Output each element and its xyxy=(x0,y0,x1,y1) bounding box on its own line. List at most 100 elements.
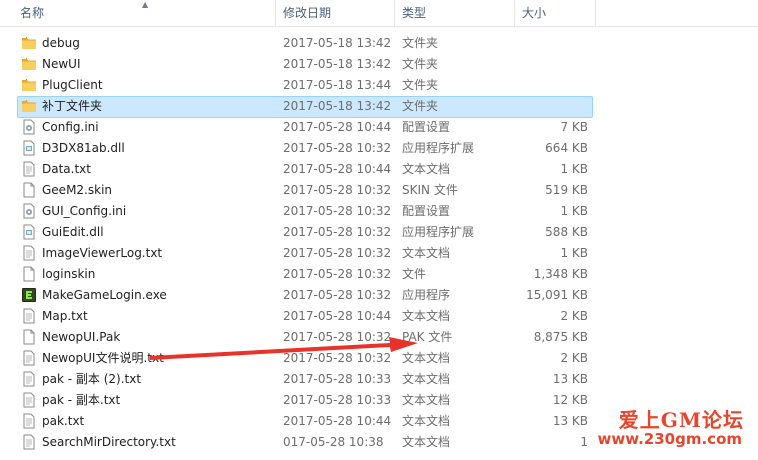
file-modified-date: 2017-05-28 10:33 xyxy=(283,372,392,386)
text-file-icon xyxy=(21,371,37,387)
text-file-icon xyxy=(21,413,37,429)
sort-ascending-icon: ▲ xyxy=(142,0,149,9)
file-row[interactable]: Map.txt 2017-05-28 10:44 文本文档 2 KB xyxy=(0,306,758,327)
file-type: 文本文档 xyxy=(402,414,451,428)
column-header-name[interactable]: 名称 xyxy=(20,0,44,26)
column-divider[interactable] xyxy=(394,0,395,26)
column-divider[interactable] xyxy=(275,0,276,26)
file-row[interactable]: D3DX81ab.dll 2017-05-28 10:32 应用程序扩展 664 KB xyxy=(0,138,758,159)
file-row[interactable]: Data.txt 2017-05-28 10:44 文本文档 1 KB xyxy=(0,159,758,180)
watermark-title: 爱上GM论坛 xyxy=(618,408,744,432)
column-header-size[interactable]: 大小 xyxy=(522,0,546,26)
text-file-icon xyxy=(21,308,37,324)
file-modified-date: 2017-05-28 10:32 xyxy=(283,141,392,155)
file-size: 2 KB xyxy=(560,351,588,365)
file-type: 文本文档 xyxy=(402,393,451,407)
file-size: 1 KB xyxy=(560,246,588,260)
file-modified-date: 2017-05-28 10:32 xyxy=(283,225,392,239)
column-header-bar: 名称 ▲ 修改日期 类型 大小 xyxy=(0,0,758,27)
file-type: 文件夹 xyxy=(402,78,439,92)
watermark: 爱上GM论坛 www.230gm.com xyxy=(597,404,752,450)
file-row[interactable]: GUI_Config.ini 2017-05-28 10:32 配置设置 1 KB xyxy=(0,201,758,222)
file-size: 12 KB xyxy=(552,393,588,407)
file-row[interactable]: PlugClient 2017-05-18 13:44 文件夹 xyxy=(0,75,758,96)
exe-app-icon xyxy=(21,287,37,303)
file-row[interactable]: loginskin 2017-05-28 10:32 文件 1,348 KB xyxy=(0,264,758,285)
file-name: GUI_Config.ini xyxy=(42,204,127,218)
file-size: 13 KB xyxy=(552,372,588,386)
file-type: 配置设置 xyxy=(402,120,451,134)
text-file-icon xyxy=(21,161,37,177)
folder-icon xyxy=(21,98,37,114)
file-name: debug xyxy=(42,36,80,50)
file-type: 配置设置 xyxy=(402,204,451,218)
blank-file-icon xyxy=(21,182,37,198)
folder-icon xyxy=(21,77,37,93)
file-type: 文本文档 xyxy=(402,309,451,323)
file-size: 1 KB xyxy=(560,162,588,176)
red-annotation-arrow xyxy=(150,337,418,360)
file-name: MakeGameLogin.exe xyxy=(42,288,167,302)
file-name: 补丁文件夹 xyxy=(42,99,103,113)
file-name: D3DX81ab.dll xyxy=(42,141,125,155)
dll-file-icon xyxy=(21,140,37,156)
file-modified-date: 2017-05-28 10:44 xyxy=(283,120,392,134)
file-type: 文本文档 xyxy=(402,162,451,176)
file-modified-date: 2017-05-28 10:44 xyxy=(283,162,392,176)
file-modified-date: 2017-05-28 10:44 xyxy=(283,414,392,428)
file-modified-date: 2017-05-28 10:44 xyxy=(283,309,392,323)
file-row[interactable]: GeeM2.skin 2017-05-28 10:32 SKIN 文件 519 KB xyxy=(0,180,758,201)
column-divider[interactable] xyxy=(595,0,596,26)
file-name: NewopUI文件说明.txt xyxy=(42,351,164,365)
column-header-type[interactable]: 类型 xyxy=(402,0,426,26)
file-modified-date: 017-05-28 10:38 xyxy=(283,435,384,449)
file-modified-date: 2017-05-28 10:32 xyxy=(283,288,392,302)
text-file-icon xyxy=(21,245,37,261)
file-modified-date: 2017-05-28 10:32 xyxy=(283,204,392,218)
file-row[interactable]: 补丁文件夹 2017-05-18 13:42 文件夹 xyxy=(0,96,758,118)
file-name: pak - 副本 (2).txt xyxy=(42,372,142,386)
file-modified-date: 2017-05-18 13:44 xyxy=(283,78,392,92)
file-type: SKIN 文件 xyxy=(402,183,458,197)
file-row[interactable]: Config.ini 2017-05-28 10:44 配置设置 7 KB xyxy=(0,117,758,138)
file-size: 7 KB xyxy=(560,120,588,134)
blank-file-icon xyxy=(21,329,37,345)
settings-file-icon xyxy=(21,203,37,219)
file-name: Data.txt xyxy=(42,162,91,176)
file-name: GuiEdit.dll xyxy=(42,225,104,239)
file-row[interactable]: ImageViewerLog.txt 2017-05-28 10:32 文本文档 1 … xyxy=(0,243,758,264)
text-file-icon xyxy=(21,392,37,408)
file-type: 应用程序扩展 xyxy=(402,225,475,239)
file-name: Config.ini xyxy=(42,120,99,134)
file-size: 8,875 KB xyxy=(533,330,588,344)
column-header-modified[interactable]: 修改日期 xyxy=(283,0,331,26)
file-size: 1,348 KB xyxy=(533,267,588,281)
file-size: 2 KB xyxy=(560,309,588,323)
watermark-url: www.230gm.com xyxy=(597,430,742,448)
file-size: 15,091 KB xyxy=(526,288,588,302)
file-row[interactable]: NewUI 2017-05-18 13:42 文件夹 xyxy=(0,54,758,75)
file-name: PlugClient xyxy=(42,78,103,92)
file-name: pak.txt xyxy=(42,414,85,428)
file-modified-date: 2017-05-18 13:42 xyxy=(283,99,392,113)
file-type: 文本文档 xyxy=(402,246,451,260)
file-modified-date: 2017-05-28 10:33 xyxy=(283,393,392,407)
dll-file-icon xyxy=(21,224,37,240)
file-size: 1 xyxy=(580,435,588,449)
file-type: 文件夹 xyxy=(402,57,439,71)
file-type: 文件 xyxy=(402,267,427,281)
file-type: 文本文档 xyxy=(402,435,451,449)
text-file-icon xyxy=(21,350,37,366)
column-divider[interactable] xyxy=(514,0,515,26)
file-size: 1 KB xyxy=(560,204,588,218)
file-row[interactable]: MakeGameLogin.exe 2017-05-28 10:32 应用程序 15,… xyxy=(0,285,758,306)
file-row[interactable]: pak - 副本 (2).txt 2017-05-28 10:33 文本文档 13 K… xyxy=(0,369,758,390)
file-type: 应用程序扩展 xyxy=(402,141,475,155)
text-file-icon xyxy=(21,434,37,450)
file-modified-date: 2017-05-28 10:32 xyxy=(283,183,392,197)
file-name: NewUI xyxy=(42,57,81,71)
file-row[interactable]: GuiEdit.dll 2017-05-28 10:32 应用程序扩展 588 KB xyxy=(0,222,758,243)
file-modified-date: 2017-05-28 10:32 xyxy=(283,267,392,281)
file-type: 文件夹 xyxy=(402,36,439,50)
file-row[interactable]: debug 2017-05-18 13:42 文件夹 xyxy=(0,33,758,54)
